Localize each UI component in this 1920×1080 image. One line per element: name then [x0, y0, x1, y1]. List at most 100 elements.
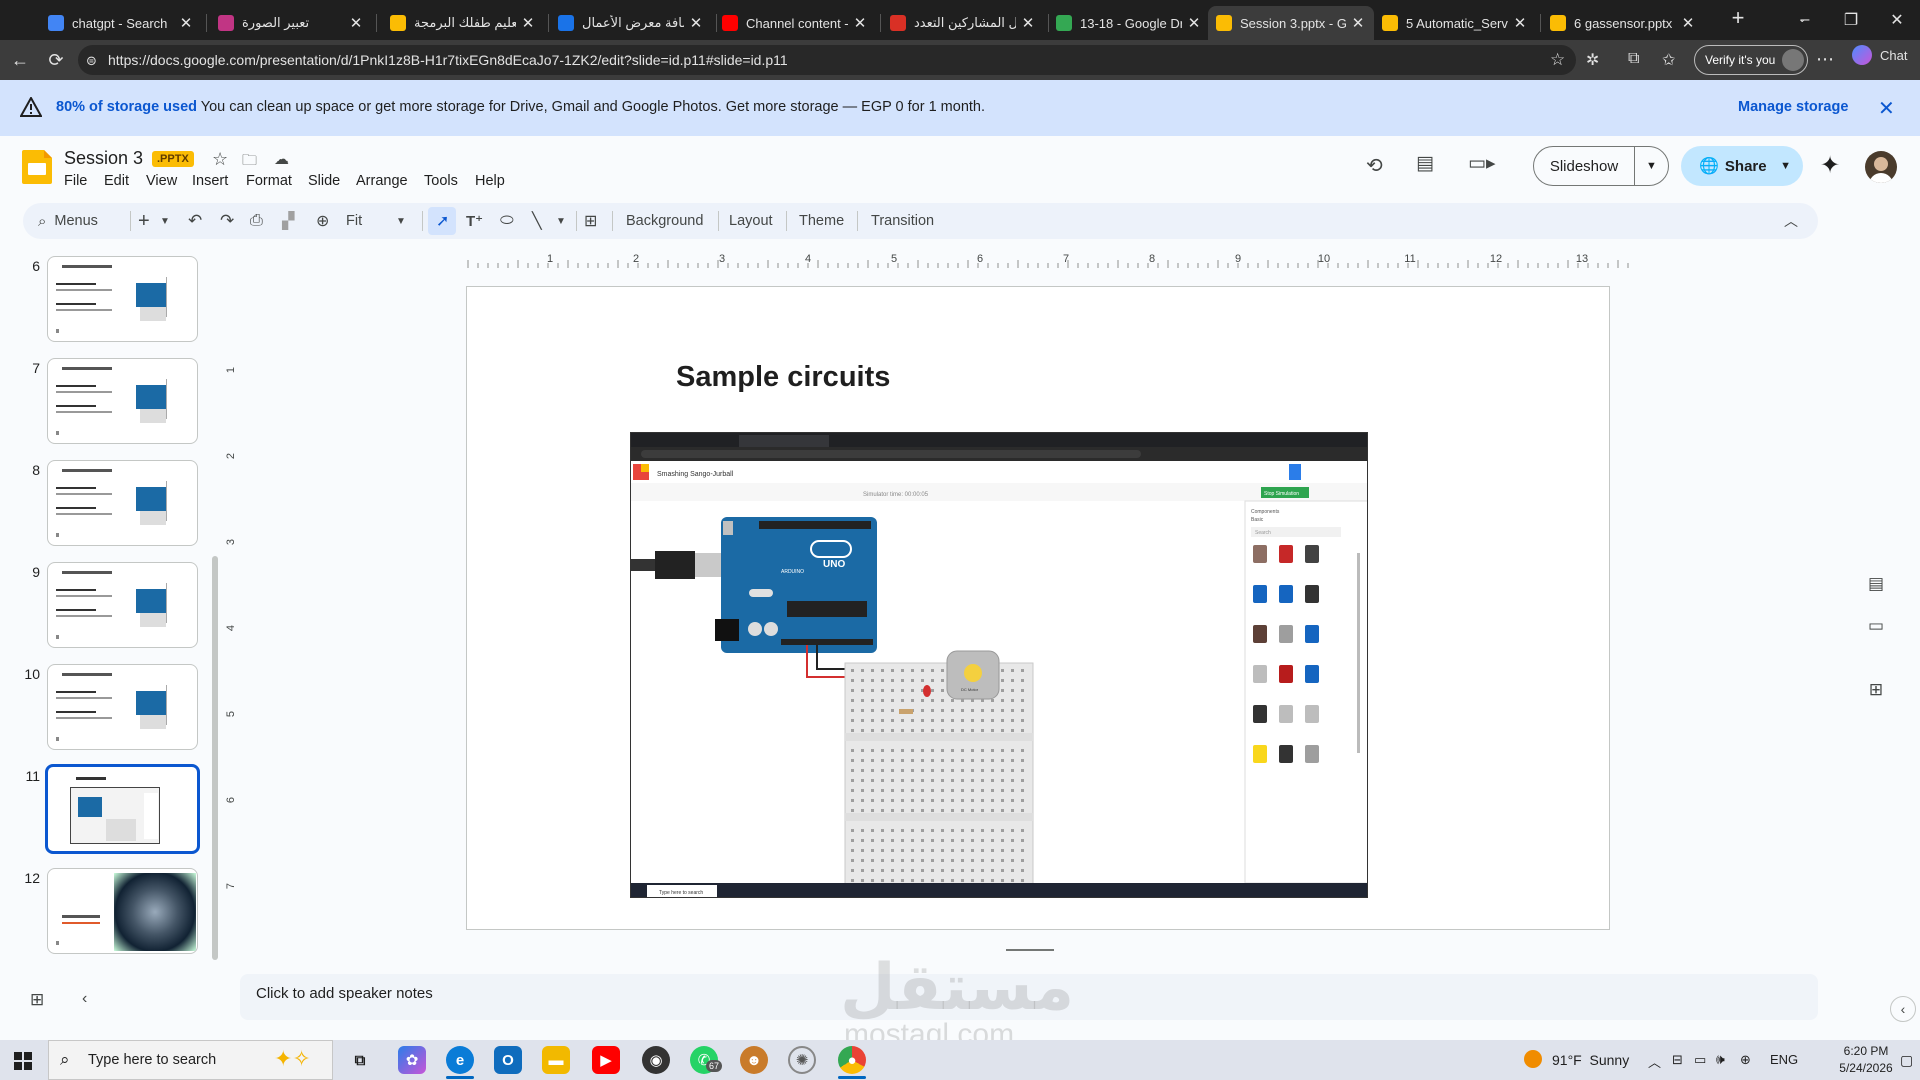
- outlook-icon[interactable]: O: [494, 1046, 522, 1074]
- search-menus-button[interactable]: ⌕ Menus: [38, 203, 98, 239]
- gemini-icon[interactable]: ✦: [1820, 151, 1840, 180]
- star-icon[interactable]: ☆: [212, 149, 228, 170]
- youtube-taskbar-icon[interactable]: ▶: [592, 1046, 620, 1074]
- side-panel-toggle-icon[interactable]: ‹: [1890, 996, 1916, 1022]
- account-avatar[interactable]: [1865, 151, 1897, 183]
- close-tab-icon[interactable]: ✕: [852, 14, 868, 32]
- slide-thumbnail[interactable]: [47, 868, 198, 954]
- undo-icon[interactable]: ↶: [188, 203, 202, 239]
- slideshow-button[interactable]: Slideshow ▼: [1533, 146, 1669, 186]
- folder-icon[interactable]: ▭: [1862, 612, 1890, 640]
- manage-storage-link[interactable]: Manage storage: [1738, 99, 1848, 115]
- close-tab-icon[interactable]: ✕: [348, 14, 364, 32]
- line-dropdown-icon[interactable]: ▼: [556, 203, 566, 239]
- slides-logo-icon[interactable]: [22, 150, 52, 184]
- cloud-status-icon[interactable]: ☁: [274, 150, 289, 168]
- share-button[interactable]: 🌐 Share ▼: [1681, 146, 1803, 186]
- new-tab-button[interactable]: +: [1724, 4, 1752, 32]
- menu-slide[interactable]: Slide: [308, 173, 340, 189]
- comments-icon[interactable]: ▤: [1416, 152, 1434, 175]
- meet-icon[interactable]: ▭▸: [1468, 152, 1496, 175]
- slide-thumbnail[interactable]: [47, 664, 198, 750]
- restore-button[interactable]: ❐: [1828, 0, 1874, 40]
- profile-verify-button[interactable]: Verify it's you: [1694, 45, 1808, 75]
- battery-icon[interactable]: ▭: [1694, 1052, 1706, 1068]
- new-slide-dropdown-icon[interactable]: ▼: [160, 203, 170, 239]
- task-view-icon[interactable]: ⧉: [346, 1046, 374, 1074]
- app-icon[interactable]: ☻: [740, 1046, 768, 1074]
- menu-file[interactable]: File: [64, 173, 87, 189]
- share-dropdown-icon[interactable]: ▼: [1780, 160, 1791, 172]
- add-on-icon[interactable]: ⊞: [1862, 676, 1890, 704]
- close-tab-icon[interactable]: ✕: [688, 14, 704, 32]
- favorites-icon[interactable]: ✩: [1662, 50, 1675, 70]
- background-button[interactable]: Background: [626, 203, 703, 239]
- more-menu-icon[interactable]: ⋯: [1816, 49, 1834, 70]
- copilot-chat-button[interactable]: Chat: [1852, 45, 1907, 65]
- volume-icon[interactable]: 🕪: [1716, 1051, 1725, 1068]
- menu-edit[interactable]: Edit: [104, 173, 129, 189]
- slide-thumbnail[interactable]: [47, 562, 198, 648]
- windows-start-icon[interactable]: [14, 1052, 32, 1070]
- collapse-toolbar-icon[interactable]: ︿: [1784, 203, 1798, 239]
- speaker-notes-placeholder[interactable]: Click to add speaker notes: [256, 985, 433, 1002]
- reload-icon[interactable]: ⟳: [42, 46, 70, 74]
- grid-view-icon[interactable]: ⊞: [30, 990, 44, 1010]
- zoom-select[interactable]: Fit ▼: [346, 203, 406, 239]
- menu-insert[interactable]: Insert: [192, 173, 228, 189]
- close-tab-icon[interactable]: ✕: [520, 14, 536, 32]
- line-icon[interactable]: ╲: [532, 203, 542, 239]
- network-icon[interactable]: ⊕: [1740, 1052, 1751, 1068]
- chatgpt-icon[interactable]: ✺: [788, 1046, 816, 1074]
- menu-view[interactable]: View: [146, 173, 177, 189]
- print-icon[interactable]: ⎙: [250, 203, 263, 239]
- menu-arrange[interactable]: Arrange: [356, 173, 408, 189]
- obs-icon[interactable]: ◉: [642, 1046, 670, 1074]
- keep-icon[interactable]: ▤: [1862, 570, 1890, 598]
- redo-icon[interactable]: ↷: [220, 203, 234, 239]
- extensions-icon[interactable]: ✲: [1586, 50, 1599, 70]
- browser-tab[interactable]: Channel content - Yo✕: [714, 6, 876, 40]
- close-tab-icon[interactable]: ✕: [1020, 14, 1036, 32]
- close-window-button[interactable]: ✕: [1874, 0, 1920, 40]
- transition-button[interactable]: Transition: [871, 203, 934, 239]
- browser-tab[interactable]: 13-18 - Google Drive✕: [1048, 6, 1210, 40]
- notifications-icon[interactable]: ▢: [1900, 1052, 1913, 1069]
- browser-tab[interactable]: 5 Automatic_Servo_✕: [1374, 6, 1536, 40]
- slide-thumbnail[interactable]: [45, 764, 200, 854]
- close-tab-icon[interactable]: ✕: [178, 14, 194, 32]
- back-icon[interactable]: ←: [6, 46, 34, 74]
- move-folder-icon[interactable]: 🗀: [242, 150, 257, 175]
- close-tab-icon[interactable]: ✕: [1350, 14, 1366, 32]
- close-tab-icon[interactable]: ✕: [1186, 14, 1202, 32]
- edge-icon[interactable]: e: [446, 1046, 474, 1074]
- slide-thumbnail[interactable]: [47, 358, 198, 444]
- copilot-taskbar-icon[interactable]: ✿: [398, 1046, 426, 1074]
- browser-tab[interactable]: chatgpt - Search ✕: [40, 6, 202, 40]
- layout-button[interactable]: Layout: [729, 203, 773, 239]
- slide-title[interactable]: Sample circuits: [676, 361, 890, 394]
- file-explorer-icon[interactable]: ▬: [542, 1046, 570, 1074]
- browser-tab[interactable]: 6 gassensor.pptx - Go✕: [1542, 6, 1704, 40]
- input-language[interactable]: ENG: [1770, 1052, 1798, 1067]
- slide-thumbnail[interactable]: [47, 256, 198, 342]
- browser-tab[interactable]: تعبير الصورة ✕: [210, 6, 372, 40]
- shape-icon[interactable]: ⬭: [500, 203, 514, 239]
- chrome-icon[interactable]: ●: [838, 1046, 866, 1074]
- menu-format[interactable]: Format: [246, 173, 292, 189]
- version-history-icon[interactable]: ⟲: [1366, 153, 1383, 178]
- slideshow-dropdown-icon[interactable]: ▼: [1635, 160, 1668, 172]
- collapse-filmstrip-icon[interactable]: ‹: [82, 990, 87, 1008]
- site-info-icon[interactable]: ⊜: [86, 53, 97, 69]
- tray-device-icon[interactable]: ⊟: [1672, 1052, 1683, 1068]
- slide-thumbnail[interactable]: [47, 460, 198, 546]
- taskbar-clock[interactable]: 6:20 PM 5/24/2026: [1834, 1043, 1898, 1077]
- weather-widget[interactable]: 91°F Sunny: [1552, 1052, 1629, 1068]
- tray-chevron-icon[interactable]: ︿: [1648, 1052, 1661, 1071]
- filmstrip-scrollbar[interactable]: [212, 556, 218, 960]
- comment-add-icon[interactable]: ⊞: [584, 203, 597, 239]
- theme-button[interactable]: Theme: [799, 203, 844, 239]
- bookmark-star-icon[interactable]: ☆: [1550, 50, 1565, 70]
- close-tab-icon[interactable]: ✕: [1680, 14, 1696, 32]
- document-title[interactable]: Session 3: [64, 148, 143, 169]
